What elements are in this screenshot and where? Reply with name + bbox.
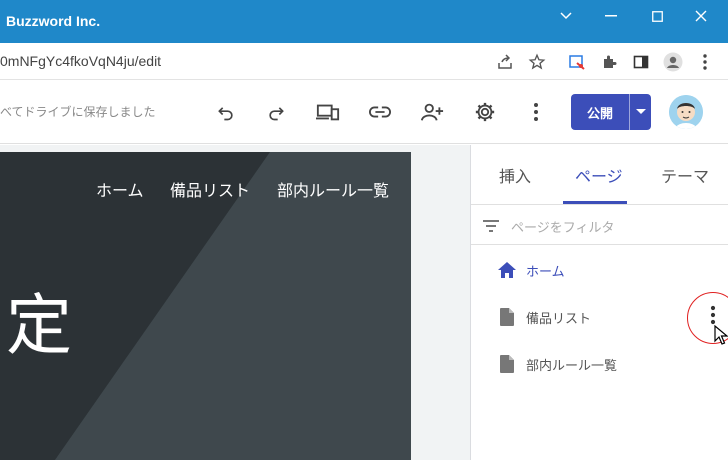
share-user-icon[interactable] xyxy=(418,98,446,126)
hero-title[interactable]: 定 xyxy=(6,272,72,368)
address-bar[interactable]: 0mNFgYc4fkoVqN4ju/edit xyxy=(0,43,728,80)
chevron-down-icon[interactable] xyxy=(551,6,581,26)
page-item-label: ホーム xyxy=(526,264,565,280)
mouse-cursor-icon xyxy=(714,325,728,345)
divider xyxy=(471,204,728,205)
browser-menu-icon[interactable] xyxy=(694,51,716,73)
url-text[interactable]: 0mNFgYc4fkoVqN4ju/edit xyxy=(0,53,161,69)
divider xyxy=(471,244,728,245)
publish-dropdown-icon[interactable] xyxy=(629,94,651,130)
home-icon xyxy=(497,260,517,280)
side-panel: 挿入 ページ テーマ ページをフィルタ ホーム 備品リスト 部内ルール一覧 xyxy=(470,145,728,460)
settings-icon[interactable] xyxy=(471,98,499,126)
page-more-options-icon[interactable] xyxy=(707,305,719,327)
close-button[interactable] xyxy=(686,6,716,26)
page-icon xyxy=(497,307,517,327)
redo-icon[interactable] xyxy=(262,98,290,126)
page-item-equipment[interactable]: 備品リスト xyxy=(497,305,591,329)
tab-insert[interactable]: 挿入 xyxy=(499,163,531,187)
publish-label[interactable]: 公開 xyxy=(571,94,629,130)
undo-icon[interactable] xyxy=(212,98,240,126)
site-nav-home[interactable]: ホーム xyxy=(96,177,144,201)
more-options-icon[interactable] xyxy=(522,98,550,126)
share-icon[interactable] xyxy=(494,51,516,73)
device-preview-icon[interactable] xyxy=(314,98,342,126)
maximize-button[interactable] xyxy=(642,6,672,26)
filter-placeholder[interactable]: ページをフィルタ xyxy=(511,217,614,236)
page-icon xyxy=(497,354,517,374)
extension-capture-icon[interactable] xyxy=(566,51,588,73)
page-item-rules[interactable]: 部内ルール一覧 xyxy=(497,352,617,376)
site-nav-rules[interactable]: 部内ルール一覧 xyxy=(277,177,389,201)
editor-toolbar: べてドライブに保存しました 公開 xyxy=(0,81,728,144)
tab-pages[interactable]: ページ xyxy=(575,163,623,187)
side-panel-icon[interactable] xyxy=(630,51,652,73)
page-filter[interactable]: ページをフィルタ xyxy=(483,215,723,239)
editor-canvas: ホーム 備品リスト 部内ルール一覧 定 xyxy=(0,145,470,460)
tab-themes[interactable]: テーマ xyxy=(661,163,709,187)
star-icon[interactable] xyxy=(526,51,548,73)
minimize-button[interactable] xyxy=(596,6,626,26)
page-item-home[interactable]: ホーム xyxy=(497,258,565,282)
window-titlebar: Buzzword Inc. xyxy=(0,0,728,43)
save-status: べてドライブに保存しました xyxy=(0,105,156,119)
puzzle-icon[interactable] xyxy=(598,51,620,73)
page-item-label: 部内ルール一覧 xyxy=(526,358,618,374)
profile-icon[interactable] xyxy=(662,51,684,73)
publish-button[interactable]: 公開 xyxy=(571,94,651,130)
hero-banner[interactable]: ホーム 備品リスト 部内ルール一覧 定 xyxy=(0,152,411,460)
filter-icon xyxy=(483,220,499,232)
link-icon[interactable] xyxy=(366,98,394,126)
page-item-label: 備品リスト xyxy=(526,311,592,327)
site-nav-equipment[interactable]: 備品リスト xyxy=(170,177,250,201)
avatar[interactable] xyxy=(669,95,703,129)
window-title: Buzzword Inc. xyxy=(6,13,101,29)
